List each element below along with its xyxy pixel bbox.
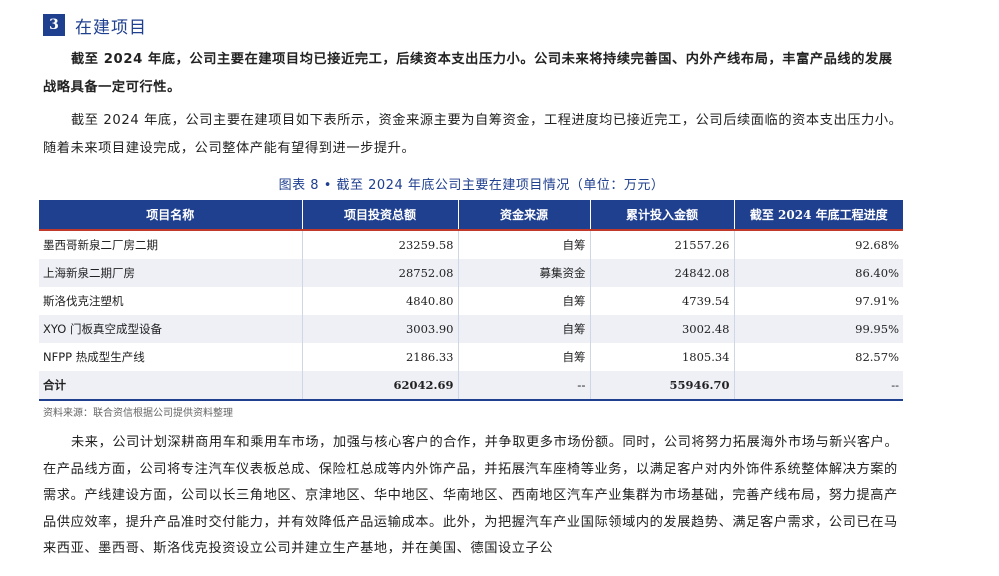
cell-total-progress: --	[734, 371, 903, 401]
col-header-funding: 资金来源	[458, 200, 591, 231]
cell-funding: 自筹	[458, 287, 591, 315]
col-header-progress: 截至 2024 年底工程进度	[734, 200, 903, 231]
cell-project-name: NFPP 热成型生产线	[39, 343, 303, 371]
section-title: 在建项目	[75, 17, 147, 38]
table-header-row: 项目名称 项目投资总额 资金来源 累计投入金额 截至 2024 年底工程进度	[39, 200, 903, 231]
col-header-investment: 项目投资总额	[302, 200, 459, 231]
cell-cumulative: 4739.54	[590, 287, 735, 315]
table-row: 墨西哥新泉二厂房二期 23259.58 自筹 21557.26 92.68%	[39, 230, 903, 259]
cell-progress: 99.95%	[734, 315, 903, 343]
cell-total-cumulative: 55946.70	[590, 371, 735, 401]
table-row: 斯洛伐克注塑机 4840.80 自筹 4739.54 97.91%	[39, 287, 903, 315]
cell-funding: 自筹	[458, 315, 591, 343]
cell-cumulative: 3002.48	[590, 315, 735, 343]
cell-total-funding: --	[458, 371, 591, 401]
cell-investment: 4840.80	[302, 287, 459, 315]
section-heading: 3 在建项目	[43, 13, 147, 38]
cell-investment: 2186.33	[302, 343, 459, 371]
intro-paragraph: 截至 2024 年底，公司主要在建项目如下表所示，资金来源主要为自筹资金，工程进…	[43, 113, 903, 156]
outlook-paragraph: 未来，公司计划深耕商用车和乘用车市场，加强与核心客户的合作，并争取更多市场份额。…	[43, 435, 899, 557]
cell-progress: 97.91%	[855, 294, 899, 308]
figure-caption: 图表 8 • 截至 2024 年底公司主要在建项目情况（单位：万元）	[278, 178, 665, 193]
cell-investment: 28752.08	[302, 259, 459, 287]
cell-funding: 自筹	[458, 343, 591, 371]
col-header-cumulative: 累计投入金额	[590, 200, 735, 231]
projects-table: 项目名称 项目投资总额 资金来源 累计投入金额 截至 2024 年底工程进度 墨…	[39, 200, 903, 401]
section-number: 3	[43, 14, 65, 36]
cell-project-name: 墨西哥新泉二厂房二期	[39, 230, 303, 259]
table-row: NFPP 热成型生产线 2186.33 自筹 1805.34 82.57%	[39, 343, 903, 371]
cell-progress: 92.68%	[855, 238, 899, 252]
cell-project-name: 上海新泉二期厂房	[39, 259, 303, 287]
cell-cumulative: 24842.08	[590, 259, 735, 287]
col-header-name: 项目名称	[39, 200, 303, 231]
cell-progress: 82.57%	[855, 350, 899, 364]
cell-investment: 23259.58	[302, 230, 459, 259]
table-row: 上海新泉二期厂房 28752.08 募集资金 24842.08 86.40%	[39, 259, 903, 287]
cell-project-name: XYO 门板真空成型设备	[39, 315, 303, 343]
cell-cumulative: 21557.26	[590, 230, 735, 259]
cell-project-name: 斯洛伐克注塑机	[39, 287, 303, 315]
summary-paragraph: 截至 2024 年底，公司主要在建项目均已接近完工，后续资本支出压力小。公司未来…	[43, 52, 893, 95]
table-row: XYO 门板真空成型设备 3003.90 自筹 3002.48 99.95%	[39, 315, 903, 343]
table-total-row: 合计 62042.69 -- 55946.70 --	[39, 371, 903, 401]
cell-progress: 86.40%	[734, 259, 903, 287]
cell-total-investment: 62042.69	[302, 371, 459, 401]
cell-investment: 3003.90	[302, 315, 459, 343]
cell-funding: 募集资金	[458, 259, 591, 287]
cell-cumulative: 1805.34	[590, 343, 735, 371]
cell-total-label: 合计	[39, 371, 303, 401]
cell-funding: 自筹	[458, 230, 591, 259]
source-note: 资料来源：联合资信根据公司提供资料整理	[43, 408, 233, 419]
